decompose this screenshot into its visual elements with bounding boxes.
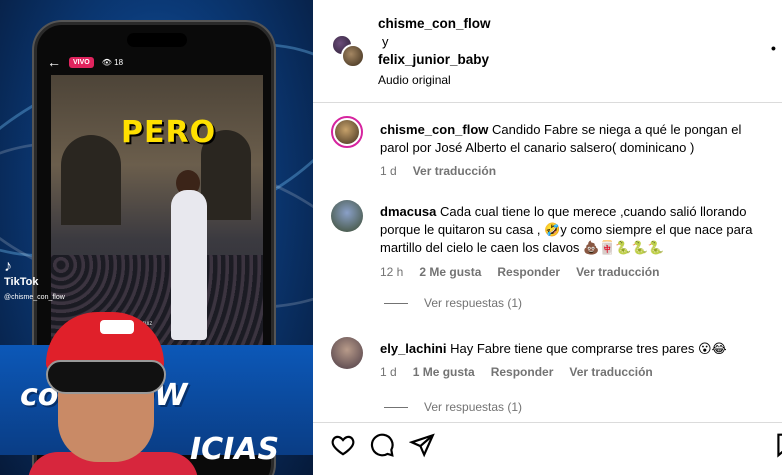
post-header: chisme_con_flow y felix_junior_baby Audi…	[313, 0, 782, 103]
comment-time[interactable]: 1 d	[380, 164, 397, 178]
replies-divider	[384, 406, 408, 408]
see-translation-button[interactable]: Ver traducción	[413, 164, 496, 178]
view-replies-button[interactable]: Ver respuestas (1)	[384, 296, 522, 310]
comment-likes[interactable]: 1 Me gusta	[413, 365, 475, 379]
comment-list[interactable]: chisme_con_flow Candido Fabre se niega a…	[313, 104, 782, 422]
reply-button[interactable]: Responder	[497, 265, 560, 279]
more-horizontal-icon[interactable]: •	[771, 40, 777, 56]
send-icon[interactable]	[408, 432, 435, 458]
post-panel: chisme_con_flow y felix_junior_baby Audi…	[313, 0, 782, 475]
audio-link[interactable]: Audio original	[378, 71, 491, 89]
tiktok-handle: @chisme_con_flow	[4, 294, 65, 301]
view-replies-button[interactable]: Ver respuestas (1)	[384, 400, 522, 414]
reply-button[interactable]: Responder	[491, 365, 554, 379]
tiktok-icon: ♪	[4, 258, 12, 275]
see-translation-button[interactable]: Ver traducción	[576, 265, 659, 279]
collab-avatars[interactable]	[331, 34, 365, 68]
back-arrow-icon: ←	[47, 54, 61, 70]
tiktok-watermark: ♪ TikTok	[4, 258, 38, 288]
comment-icon[interactable]	[369, 432, 395, 458]
heart-icon[interactable]	[330, 432, 356, 458]
banner-subtitle: ICIAS	[190, 432, 280, 467]
username-connector: y	[382, 34, 389, 49]
post-media[interactable]: ← VIVO 👁 18 PERO Benica Oliva Ruiz ♪ Tik…	[0, 0, 313, 475]
comment-meta: 1 d Ver traducción	[380, 164, 496, 178]
presenter	[28, 312, 198, 475]
viewer-count-value: 18	[114, 57, 124, 67]
comment-body: chisme_con_flow Candido Fabre se niega a…	[380, 121, 770, 157]
avatar[interactable]	[331, 116, 363, 148]
cap-logo	[100, 320, 134, 334]
presenter-sunglasses	[46, 360, 166, 394]
tiktok-label: TikTok	[4, 276, 39, 288]
view-replies-label[interactable]: Ver respuestas (1)	[424, 400, 522, 414]
view-replies-label[interactable]: Ver respuestas (1)	[424, 296, 522, 310]
viewer-count: 👁 18	[101, 57, 124, 67]
comment-body: dmacusa Cada cual tiene lo que merece ,c…	[380, 203, 770, 257]
username-link[interactable]: chisme_con_flow	[378, 15, 491, 33]
comment-time[interactable]: 12 h	[380, 265, 403, 279]
comment-text: Cada cual tiene lo que merece ,cuando sa…	[380, 204, 753, 255]
post-actions-bar	[313, 422, 782, 475]
comment-username[interactable]: ely_lachini	[380, 341, 446, 356]
avatar[interactable]	[341, 44, 365, 68]
comment-username[interactable]: dmacusa	[380, 204, 436, 219]
live-badge: VIVO	[69, 56, 94, 68]
building-arch	[61, 135, 121, 225]
bookmark-icon[interactable]	[773, 432, 782, 458]
comment-body: ely_lachini Hay Fabre tiene que comprars…	[380, 340, 770, 358]
comment-meta: 12 h 2 Me gusta Responder Ver traducción	[380, 265, 659, 279]
username-link[interactable]: felix_junior_baby	[378, 51, 491, 69]
phone-notch	[127, 33, 187, 47]
avatar-image	[335, 120, 359, 144]
avatar[interactable]	[331, 337, 363, 369]
avatar[interactable]	[331, 200, 363, 232]
overlay-word: PERO	[121, 115, 217, 150]
replies-divider	[384, 302, 408, 304]
comment-likes[interactable]: 2 Me gusta	[419, 265, 481, 279]
comment-username[interactable]: chisme_con_flow	[380, 122, 488, 137]
live-topbar: ← VIVO 👁 18	[47, 47, 261, 77]
comment-meta: 1 d 1 Me gusta Responder Ver traducción	[380, 365, 653, 379]
comment-text: Hay Fabre tiene que comprarse tres pares…	[450, 341, 727, 356]
see-translation-button[interactable]: Ver traducción	[569, 365, 652, 379]
comment-time[interactable]: 1 d	[380, 365, 397, 379]
collab-usernames: chisme_con_flow y felix_junior_baby Audi…	[378, 15, 491, 89]
